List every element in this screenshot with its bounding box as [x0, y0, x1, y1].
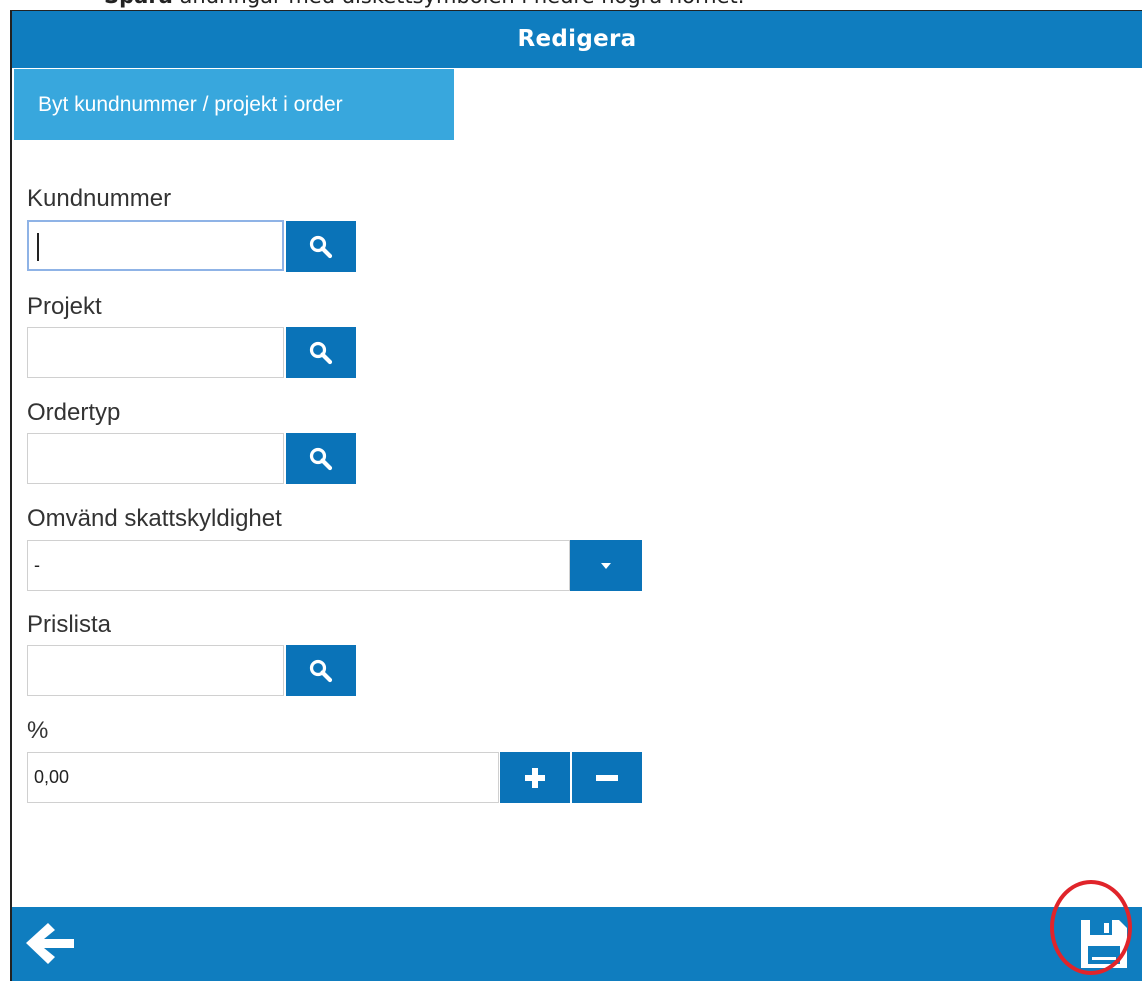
decrease-button[interactable]: [572, 752, 642, 803]
instruction-banner: Spara ändringar med diskettsymbolen i ne…: [0, 0, 1142, 10]
ordertyp-search-button[interactable]: [286, 433, 356, 484]
search-icon: [308, 340, 334, 366]
text-caret: [37, 233, 39, 261]
prislista-label: Prislista: [27, 611, 112, 638]
projekt-input[interactable]: [27, 327, 284, 378]
prislista-input[interactable]: [27, 645, 284, 696]
omvand-skattskyldighet-select[interactable]: -: [27, 540, 570, 591]
search-icon: [308, 234, 334, 260]
kundnummer-label: Kundnummer: [27, 185, 172, 212]
prislista-search-button[interactable]: [286, 645, 356, 696]
instruction-bold: Spara: [104, 0, 173, 8]
chevron-down-icon: [599, 561, 613, 571]
page-title: Redigera: [517, 26, 637, 52]
minus-icon: [594, 766, 620, 790]
omvand-skattskyldighet-value: -: [34, 555, 40, 575]
instruction-rest: ändringar med diskettsymbolen i nedre hö…: [173, 0, 745, 8]
edit-dialog: Redigera Byt kundnummer / projekt i orde…: [10, 10, 1142, 981]
arrow-left-icon: [24, 921, 76, 969]
back-button[interactable]: [20, 919, 80, 971]
instruction-text: Spara ändringar med diskettsymbolen i ne…: [104, 0, 744, 8]
kundnummer-search-button[interactable]: [286, 221, 356, 272]
procent-value: 0,00: [34, 767, 70, 787]
procent-input[interactable]: 0,00: [27, 752, 499, 803]
ordertyp-label: Ordertyp: [27, 399, 121, 426]
omvand-skattskyldighet-label: Omvänd skattskyldighet: [27, 505, 282, 532]
tab-change-customer-project[interactable]: Byt kundnummer / projekt i order: [14, 69, 454, 140]
footer-bar: [12, 907, 1142, 981]
increase-button[interactable]: [500, 752, 570, 803]
floppy-disk-icon: [1077, 916, 1129, 976]
search-icon: [308, 446, 334, 472]
procent-label: %: [27, 717, 49, 744]
header-bar: Redigera: [12, 11, 1142, 68]
projekt-search-button[interactable]: [286, 327, 356, 378]
plus-icon: [523, 766, 547, 790]
omvand-skattskyldighet-dropdown-button[interactable]: [570, 540, 642, 591]
kundnummer-input[interactable]: [27, 220, 284, 271]
search-icon: [308, 658, 334, 684]
save-button[interactable]: [1068, 913, 1138, 979]
ordertyp-input[interactable]: [27, 433, 284, 484]
projekt-label: Projekt: [27, 293, 102, 320]
